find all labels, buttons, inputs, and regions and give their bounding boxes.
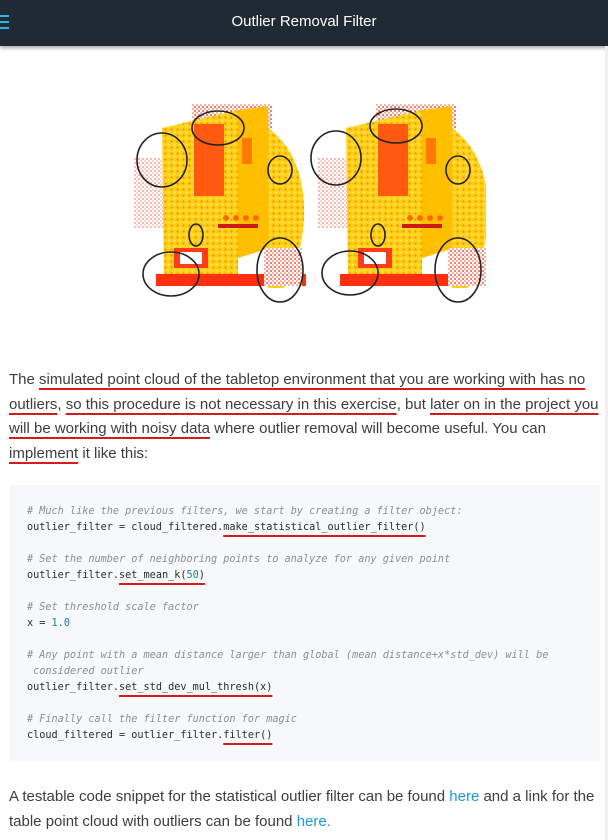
code-highlight: filter() bbox=[223, 730, 273, 741]
code-text: outlier_filter. bbox=[27, 682, 120, 693]
footer-period: . bbox=[326, 812, 331, 830]
intro-text: where outlier removal will become useful… bbox=[209, 420, 546, 437]
intro-highlight: implement bbox=[9, 444, 79, 462]
code-comment: # Set threshold scale factor bbox=[27, 602, 199, 613]
intro-text: it like this: bbox=[78, 444, 149, 462]
filtered-cloud bbox=[310, 104, 490, 303]
code-text: outlier_filter. bbox=[27, 570, 120, 581]
page-title: Outlier Removal Filter bbox=[231, 13, 377, 30]
snippet-link[interactable]: here bbox=[449, 788, 479, 805]
code-comment: # Any point with a mean distance larger … bbox=[27, 650, 549, 661]
intro-paragraph: The simulated point cloud of the tableto… bbox=[9, 368, 599, 466]
code-highlight: set_std_dev_mul_thresh(x) bbox=[119, 682, 273, 693]
footer-text: A testable code snippet for the statisti… bbox=[9, 788, 450, 805]
code-comment: # Set the number of neighboring points t… bbox=[27, 554, 451, 565]
code-text: set_mean_k( bbox=[119, 570, 187, 581]
point-cloud-figure bbox=[134, 98, 490, 306]
code-text: cloud_filtered = outlier_filter. bbox=[27, 730, 224, 741]
intro-highlight: so this procedure is not necessary in th… bbox=[65, 395, 397, 413]
code-text: ) bbox=[198, 570, 205, 581]
code-highlight: set_mean_k(50) bbox=[119, 570, 205, 581]
point-cloud-link[interactable]: here bbox=[297, 813, 327, 830]
code-text: outlier_filter = cloud_filtered. bbox=[27, 522, 224, 533]
code-comment: # Finally call the filter function for m… bbox=[27, 714, 297, 725]
code-comment: # Much like the previous filters, we sta… bbox=[27, 506, 463, 517]
code-comment: considered outlier bbox=[33, 666, 144, 677]
code-text: x = bbox=[27, 618, 52, 629]
original-cloud bbox=[134, 104, 306, 303]
code-highlight: make_statistical_outlier_filter() bbox=[223, 522, 426, 533]
intro-text: , but bbox=[396, 395, 431, 413]
footer-paragraph: A testable code snippet for the statisti… bbox=[9, 785, 599, 834]
intro-text: The bbox=[9, 371, 40, 388]
code-number: 50 bbox=[186, 570, 199, 581]
intro-text: , bbox=[57, 395, 66, 413]
code-block: # Much like the previous filters, we sta… bbox=[10, 485, 600, 761]
code-number: 1.0 bbox=[51, 618, 70, 629]
code-content: # Much like the previous filters, we sta… bbox=[27, 504, 548, 744]
top-bar: Outlier Removal Filter bbox=[0, 0, 608, 46]
